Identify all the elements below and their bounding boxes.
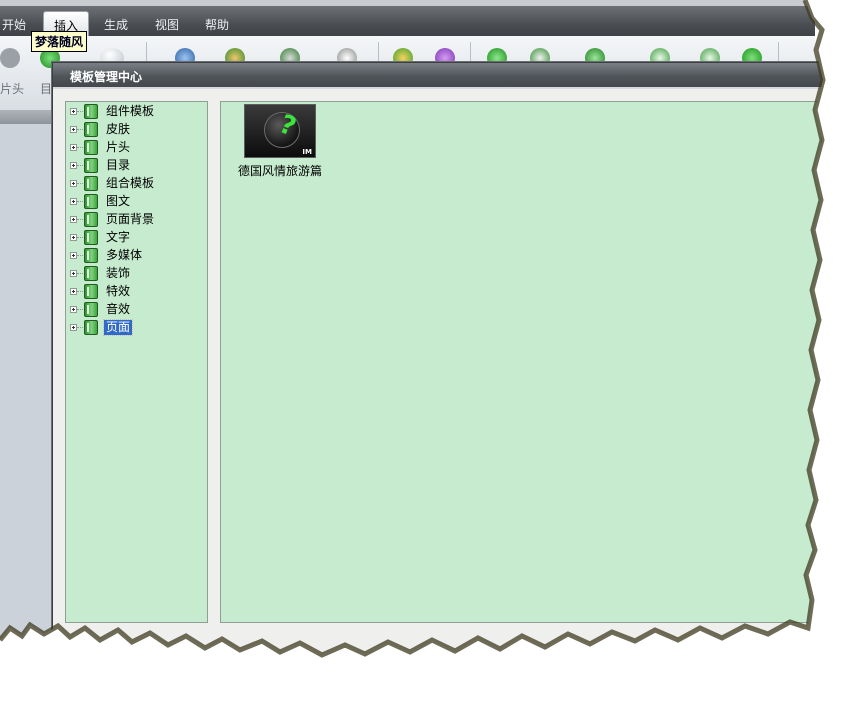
expand-icon[interactable]: [70, 180, 77, 187]
book-icon: [84, 122, 98, 137]
dialog-titlebar[interactable]: 模板管理中心: [53, 63, 833, 89]
tree-item-label[interactable]: 装饰: [104, 266, 132, 281]
tree-item-catalog[interactable]: 目录: [66, 157, 206, 175]
menu-bar: 开始 插入 生成 视图 帮助: [0, 0, 815, 36]
book-icon: [84, 212, 98, 227]
tree-item-label[interactable]: 特效: [104, 284, 132, 299]
template-item[interactable]: ? IM 德国风情旅游篇: [235, 104, 325, 179]
tree-item-text[interactable]: 文字: [66, 229, 206, 247]
tree-item-label[interactable]: 组合模板: [104, 176, 156, 191]
tree-item-multimedia[interactable]: 多媒体: [66, 247, 206, 265]
tree-item-label[interactable]: 多媒体: [104, 248, 144, 263]
book-icon: [84, 194, 98, 209]
menu-generate[interactable]: 生成: [104, 16, 128, 33]
book-icon: [84, 284, 98, 299]
tree-item-label[interactable]: 文字: [104, 230, 132, 245]
expand-icon[interactable]: [70, 324, 77, 331]
expand-icon[interactable]: [70, 216, 77, 223]
book-icon: [84, 302, 98, 317]
tree-item-label[interactable]: 图文: [104, 194, 132, 209]
thumb-badge: IM: [302, 148, 312, 156]
book-icon: [84, 104, 98, 119]
expand-icon[interactable]: [70, 306, 77, 313]
tree-item-decoration[interactable]: 装饰: [66, 265, 206, 283]
menu-start[interactable]: 开始: [2, 16, 26, 33]
expand-icon[interactable]: [70, 108, 77, 115]
intro-button-label: 片头: [0, 82, 25, 96]
tree-item-effects[interactable]: 特效: [66, 283, 206, 301]
tree-item-sound-effects[interactable]: 音效: [66, 301, 206, 319]
category-tree: 组件模板 皮肤 片头 目录 组合模板 图文 页面背景 文字 多媒体 装饰 特效 …: [65, 101, 208, 623]
ribbon-footer: [0, 110, 52, 124]
template-name: 德国风情旅游篇: [237, 164, 322, 178]
catalog-button-label: 目: [40, 82, 53, 96]
book-icon: [84, 320, 98, 335]
expand-icon[interactable]: [70, 252, 77, 259]
book-icon: [84, 158, 98, 173]
book-icon: [84, 248, 98, 263]
tree-item-image-text[interactable]: 图文: [66, 193, 206, 211]
tree-item-label-selected[interactable]: 页面: [102, 319, 134, 336]
template-manager-dialog: 模板管理中心 组件模板 皮肤 片头 目录 组合模板 图文 页面背景 文字 多媒体…: [52, 62, 834, 666]
expand-icon[interactable]: [70, 288, 77, 295]
expand-icon[interactable]: [70, 198, 77, 205]
tree-item-combo-templates[interactable]: 组合模板: [66, 175, 206, 193]
tree-item-intro[interactable]: 片头: [66, 139, 206, 157]
expand-icon[interactable]: [70, 144, 77, 151]
book-icon: [84, 176, 98, 191]
tooltip: 梦落随风: [31, 31, 88, 52]
intro-icon[interactable]: [0, 48, 20, 68]
template-thumbnail[interactable]: ? IM: [244, 104, 316, 158]
expand-icon[interactable]: [70, 270, 77, 277]
tree-item-page-background[interactable]: 页面背景: [66, 211, 206, 229]
expand-icon[interactable]: [70, 162, 77, 169]
tree-item-label[interactable]: 皮肤: [104, 122, 132, 137]
expand-icon[interactable]: [70, 126, 77, 133]
menu-view[interactable]: 视图: [155, 16, 179, 33]
tree-item-skins[interactable]: 皮肤: [66, 121, 206, 139]
dialog-title: 模板管理中心: [70, 70, 143, 84]
expand-icon[interactable]: [70, 234, 77, 241]
menu-help[interactable]: 帮助: [205, 16, 229, 33]
tree-item-label[interactable]: 目录: [104, 158, 132, 173]
book-icon: [84, 140, 98, 155]
tree-item-pages[interactable]: 页面: [66, 319, 206, 337]
book-icon: [84, 266, 98, 281]
tree-item-label[interactable]: 组件模板: [104, 104, 156, 119]
tree-item-component-templates[interactable]: 组件模板: [66, 103, 206, 121]
tree-item-label[interactable]: 片头: [104, 140, 132, 155]
tree-item-label[interactable]: 页面背景: [104, 212, 156, 227]
book-icon: [84, 230, 98, 245]
tree-item-label[interactable]: 音效: [104, 302, 132, 317]
template-list-panel: ? IM 德国风情旅游篇: [220, 101, 822, 623]
